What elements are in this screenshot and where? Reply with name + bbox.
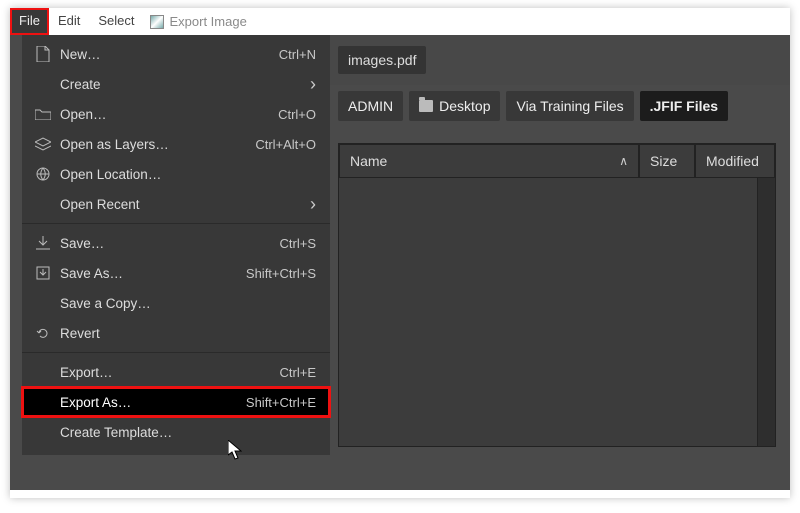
crumb-label: Via Training Files: [516, 98, 623, 114]
file-list-area: [339, 178, 775, 446]
column-label: Size: [650, 153, 677, 169]
crumb-jfif-files[interactable]: .JFIF Files: [640, 91, 728, 121]
menu-label: Open Location…: [60, 167, 316, 182]
tab-bar: images.pdf: [330, 35, 790, 85]
menu-accel: Shift+Ctrl+E: [246, 395, 316, 410]
image-thumb-icon: [150, 15, 164, 29]
vertical-scrollbar[interactable]: [757, 178, 775, 446]
file-list-panel: Name ∧ Size Modified: [338, 143, 776, 447]
layers-icon: [34, 135, 52, 153]
menu-item-new[interactable]: New… Ctrl+N: [22, 39, 330, 69]
tab-images-pdf[interactable]: images.pdf: [338, 46, 426, 74]
menu-accel: Ctrl+N: [279, 47, 316, 62]
open-icon: [34, 105, 52, 123]
crumb-desktop[interactable]: Desktop: [409, 91, 500, 121]
menu-accel: Ctrl+O: [278, 107, 316, 122]
crumb-label: .JFIF Files: [650, 98, 718, 114]
menu-item-create[interactable]: Create: [22, 69, 330, 99]
menu-item-open-as-layers[interactable]: Open as Layers… Ctrl+Alt+O: [22, 129, 330, 159]
menu-item-open-recent[interactable]: Open Recent: [22, 189, 330, 219]
menu-label: Open as Layers…: [60, 137, 247, 152]
revert-icon: [34, 324, 52, 342]
menu-item-open-location[interactable]: Open Location…: [22, 159, 330, 189]
column-size[interactable]: Size: [639, 144, 695, 178]
menu-accel: Ctrl+Alt+O: [255, 137, 316, 152]
menu-item-save[interactable]: Save… Ctrl+S: [22, 228, 330, 258]
file-list[interactable]: [339, 178, 757, 446]
menu-label: Save As…: [60, 266, 238, 281]
menu-item-export-as[interactable]: Export As… Shift+Ctrl+E: [22, 387, 330, 417]
menu-item-revert[interactable]: Revert: [22, 318, 330, 348]
menubar: File Edit Select Export Image: [10, 8, 790, 35]
menu-label: Open Recent: [60, 197, 302, 212]
window-title: Export Image: [144, 8, 247, 35]
menu-label: Save a Copy…: [60, 296, 316, 311]
export-image-window: File Edit Select Export Image New… Ctrl+…: [10, 8, 790, 498]
crumb-label: ADMIN: [348, 98, 393, 114]
menu-file[interactable]: File: [10, 8, 49, 35]
tab-label: images.pdf: [348, 52, 416, 68]
menu-accel: Shift+Ctrl+S: [246, 266, 316, 281]
menu-label: Revert: [60, 326, 316, 341]
menu-select[interactable]: Select: [89, 8, 143, 35]
column-name[interactable]: Name ∧: [339, 144, 639, 178]
menu-label: Save…: [60, 236, 272, 251]
column-headers: Name ∧ Size Modified: [339, 144, 775, 178]
column-label: Name: [350, 153, 387, 169]
menu-accel: Ctrl+E: [280, 365, 316, 380]
new-file-icon: [34, 45, 52, 63]
mouse-cursor-icon: [228, 440, 242, 460]
menu-label: Export As…: [60, 395, 238, 410]
menu-item-export[interactable]: Export… Ctrl+E: [22, 357, 330, 387]
window-title-text: Export Image: [170, 14, 247, 29]
menu-label: Create: [60, 77, 302, 92]
crumb-via-training-files[interactable]: Via Training Files: [506, 91, 633, 121]
menu-label: Create Template…: [60, 425, 316, 440]
menu-item-save-a-copy[interactable]: Save a Copy…: [22, 288, 330, 318]
folder-icon: [419, 100, 433, 112]
menu-edit[interactable]: Edit: [49, 8, 89, 35]
export-dialog-body: images.pdf ADMIN Desktop Via Training Fi…: [330, 35, 790, 490]
crumb-admin[interactable]: ADMIN: [338, 91, 403, 121]
menu-item-save-as[interactable]: Save As… Shift+Ctrl+S: [22, 258, 330, 288]
save-icon: [34, 234, 52, 252]
menu-label: Export…: [60, 365, 272, 380]
chevron-right-icon: [310, 74, 316, 95]
sort-ascending-icon: ∧: [619, 154, 628, 168]
column-label: Modified: [706, 153, 759, 169]
file-menu-dropdown: New… Ctrl+N Create Open… Ctrl+O Open as …: [22, 35, 330, 455]
save-as-icon: [34, 264, 52, 282]
menu-label: Open…: [60, 107, 270, 122]
menu-item-create-template[interactable]: Create Template…: [22, 417, 330, 447]
menu-separator: [22, 223, 330, 224]
menu-accel: Ctrl+S: [280, 236, 316, 251]
menu-item-open[interactable]: Open… Ctrl+O: [22, 99, 330, 129]
menu-label: New…: [60, 47, 271, 62]
globe-icon: [34, 165, 52, 183]
menu-separator: [22, 352, 330, 353]
column-modified[interactable]: Modified: [695, 144, 775, 178]
breadcrumb: ADMIN Desktop Via Training Files .JFIF F…: [330, 85, 790, 127]
crumb-label: Desktop: [439, 98, 490, 114]
chevron-right-icon: [310, 194, 316, 215]
